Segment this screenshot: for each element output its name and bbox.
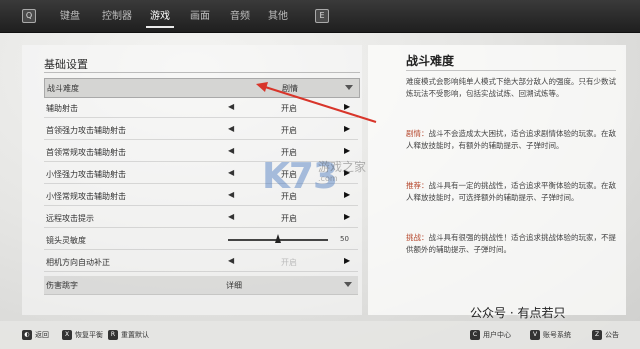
watermark-account: 公众号 · 有点若只 [470,306,566,320]
hint-account[interactable]: V 账号系统 [530,330,571,340]
hint-label: 重置默认 [121,331,149,339]
watermark-url: .com [318,174,338,183]
hint-restore[interactable]: X 恢复平衡 [62,330,103,340]
hint-label: 账号系统 [543,331,571,339]
bottom-hint-bar: ◐ 返回 X 恢复平衡 R 重置默认 C 用户中心 V 账号系统 Z 公告 [0,321,640,349]
hint-back[interactable]: ◐ 返回 [22,330,49,340]
notice-key-icon: Z [592,330,602,340]
reset-key-icon: R [108,330,118,340]
hint-label: 用户中心 [483,331,511,339]
account-key-icon: V [530,330,540,340]
hint-reset[interactable]: R 重置默认 [108,330,149,340]
hint-notice[interactable]: Z 公告 [592,330,619,340]
hint-label: 公告 [605,331,619,339]
hint-label: 返回 [35,331,49,339]
hint-label: 恢复平衡 [75,331,103,339]
user-center-key-icon: C [470,330,480,340]
restore-key-icon: X [62,330,72,340]
back-key-icon: ◐ [22,330,32,340]
hint-user-center[interactable]: C 用户中心 [470,330,511,340]
watermark-subtitle: 游戏之家 [318,160,367,174]
